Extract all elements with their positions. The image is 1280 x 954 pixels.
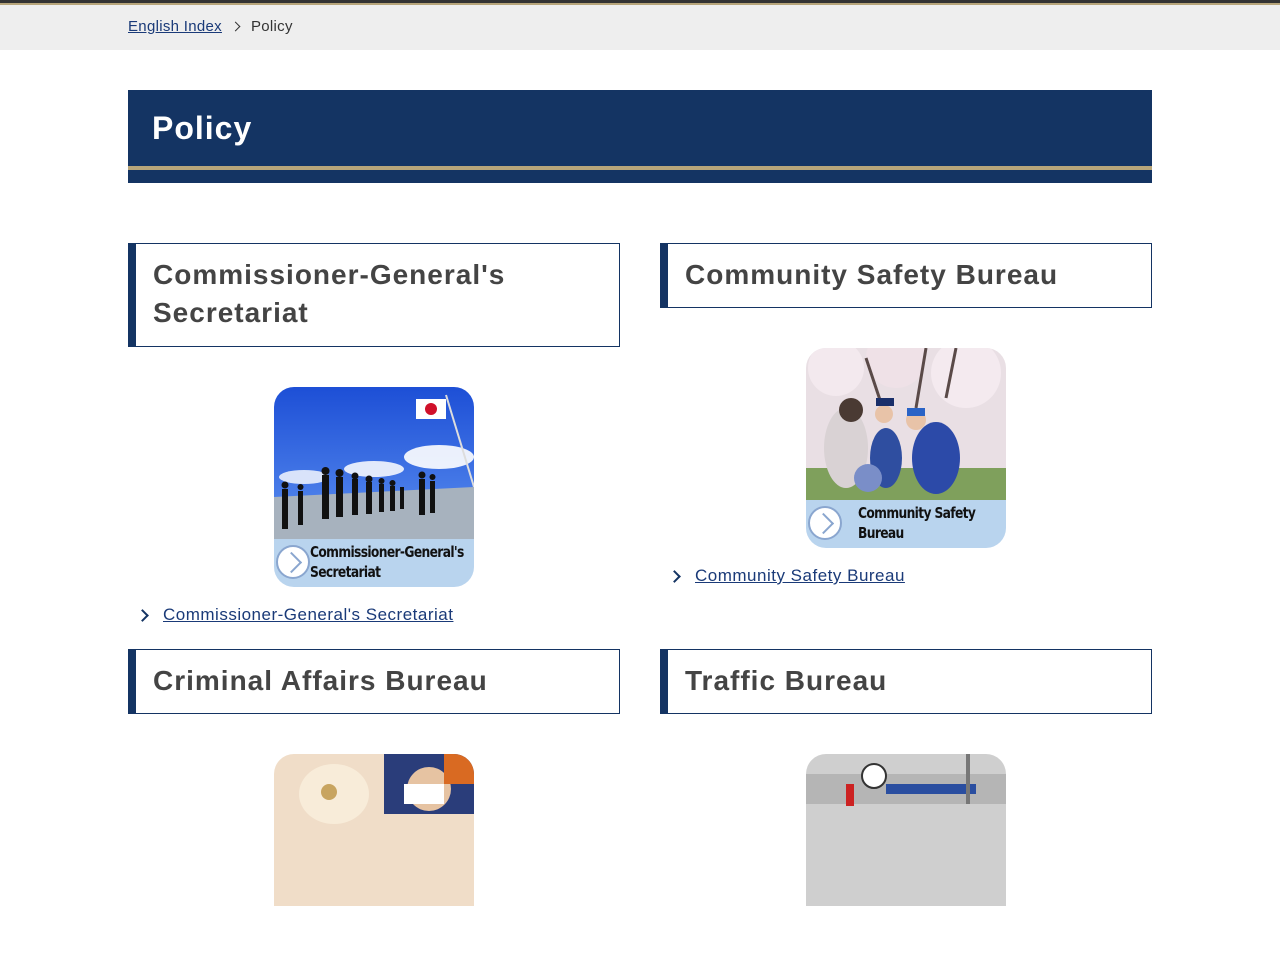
- section-heading-secretariat: Commissioner-General's Secretariat: [128, 243, 620, 347]
- community-safety-thumbnail-link[interactable]: Community Safety Bureau: [806, 348, 1006, 548]
- breadcrumb-home-link[interactable]: English Index: [128, 18, 222, 35]
- section-heading-community-safety: Community Safety Bureau: [660, 243, 1152, 308]
- chevron-right-icon: [230, 21, 241, 32]
- traffic-thumbnail-link[interactable]: [806, 754, 1006, 954]
- section-title: Traffic Bureau: [685, 665, 888, 696]
- banner-text: Community Safety Bureau: [858, 504, 976, 542]
- community-safety-link[interactable]: Community Safety Bureau: [695, 566, 905, 586]
- banner-text: Commissioner-General's Secretariat: [310, 543, 464, 581]
- traffic-photo: [806, 754, 1006, 906]
- secretariat-link[interactable]: Commissioner-General's Secretariat: [163, 605, 453, 625]
- breadcrumb: English Index Policy: [128, 18, 293, 35]
- section-title: Community Safety Bureau: [685, 259, 1059, 290]
- criminal-affairs-photo: [274, 754, 474, 906]
- page-title: Policy: [152, 109, 253, 146]
- chevron-right-icon: [668, 569, 681, 583]
- chevron-right-icon: [136, 608, 149, 622]
- secretariat-thumbnail-link[interactable]: Commissioner-General's Secretariat: [274, 387, 474, 587]
- arrow-right-circle-icon: [808, 506, 842, 540]
- criminal-affairs-thumbnail-link[interactable]: [274, 754, 474, 954]
- section-heading-traffic: Traffic Bureau: [660, 649, 1152, 714]
- section-title: Commissioner-General's Secretariat: [153, 259, 506, 328]
- section-heading-criminal-affairs: Criminal Affairs Bureau: [128, 649, 620, 714]
- secretariat-banner: Commissioner-General's Secretariat: [274, 539, 474, 587]
- page-title-banner: Policy: [128, 90, 1152, 166]
- title-navy-rule: [128, 170, 1152, 183]
- community-safety-photo: [806, 348, 1006, 500]
- breadcrumb-current: Policy: [250, 18, 293, 35]
- secretariat-link-row: Commissioner-General's Secretariat: [136, 605, 453, 625]
- community-safety-link-row: Community Safety Bureau: [668, 566, 905, 586]
- community-safety-banner: Community Safety Bureau: [806, 500, 1006, 548]
- secretariat-photo: [274, 387, 474, 539]
- arrow-right-circle-icon: [276, 545, 310, 579]
- section-title: Criminal Affairs Bureau: [153, 665, 488, 696]
